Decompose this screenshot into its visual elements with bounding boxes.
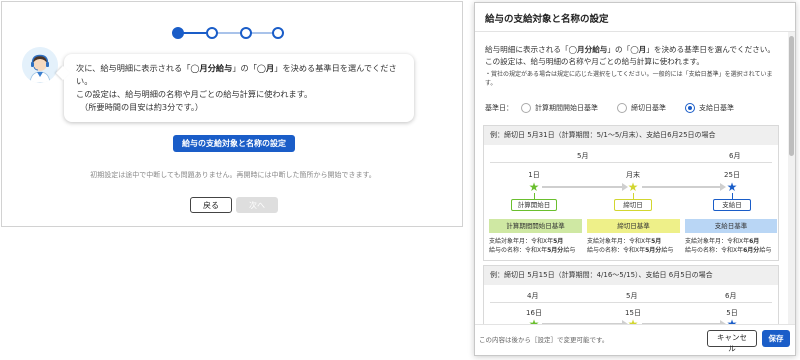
modal-scrollbar[interactable] [788, 32, 795, 324]
detail-payday: 支給対象年月：令和X年6月 給与の名称：令和X年6月分給与 [685, 238, 772, 254]
message-line-2: この設定は、給与明細の名称や月ごとの給与計算に使われます。 [76, 89, 313, 99]
radio-calc-start-label[interactable]: 計算期間開始日基準 [535, 103, 598, 113]
example-card-2: 例：締切日 5月15日（計算期間：4/16〜5/15）、支給日 6月5日の場合 … [483, 265, 779, 324]
yellow-star-icon: ★ [627, 180, 639, 194]
radio-calc-start-basis[interactable] [521, 103, 531, 113]
detail-closing: 支給対象年月：令和X年5月 給与の名称：令和X年5月分給与 [587, 238, 674, 254]
assistant-avatar [22, 47, 58, 83]
tag-closing: 締切日 [614, 199, 652, 211]
example-2-month-june: 6月 [725, 292, 737, 300]
cancel-button[interactable]: キャンセル [707, 330, 757, 353]
example-1-arrow-2 [642, 186, 720, 188]
headset-operator-icon [22, 47, 58, 83]
example-2-month-april: 4月 [527, 292, 539, 300]
example-card-1: 例：締切日 5月31日（計算期間：5/1〜5/月末）、支給日6月25日の場合 5… [483, 125, 779, 261]
modal-footer-divider [475, 324, 795, 325]
modal-description: 給与明細に表示される「◯月分給与」の「◯月」を決める基準日を選んでください。 こ… [485, 45, 775, 66]
modal-title: 給与の支給対象と名称の設定 [485, 14, 609, 25]
setup-wizard-panel: 次に、給与明細に表示される「◯月分給与」の「◯月」を決める基準日を選んでください… [1, 1, 463, 227]
step-dot-3 [240, 27, 252, 39]
example-2-month-divider [490, 302, 772, 303]
save-button[interactable]: 保存 [762, 330, 790, 347]
example-1-day-25: 25日 [724, 171, 740, 179]
example-1-day-1: 1日 [528, 171, 540, 179]
modal-body[interactable]: 給与明細に表示される「◯月分給与」の「◯月」を決める基準日を選んでください。 こ… [475, 32, 787, 324]
scrollbar-thumb[interactable] [789, 36, 794, 156]
assistant-message-bubble: 次に、給与明細に表示される「◯月分給与」の「◯月」を決める基準日を選んでください… [64, 54, 414, 122]
example-1-month-divider [490, 162, 772, 163]
message-line-1: 次に、給与明細に表示される「◯月分給与」の「◯月」を決める基準日を選んでください… [76, 63, 397, 86]
band-payday-basis: 支給日基準 [685, 219, 777, 233]
payroll-target-settings-button[interactable]: 給与の支給対象と名称の設定 [173, 135, 295, 152]
step-dot-1 [172, 27, 184, 39]
radio-payday-label[interactable]: 支給日基準 [699, 103, 734, 113]
radio-closing-basis[interactable] [617, 103, 627, 113]
blue-star-icon: ★ [726, 180, 738, 194]
basis-label: 基準日： [485, 104, 513, 112]
message-line-3: （所要時間の目安は約3分です。） [80, 102, 204, 112]
basis-radio-group: 基準日： 計算期間開始日基準 締切日基準 支給日基準 [485, 102, 785, 114]
tag-payday: 支給日 [713, 199, 751, 211]
detail-calc-start: 支給対象年月：令和X年5月 給与の名称：令和X年5月分給与 [489, 238, 576, 254]
tag-calc-start: 計算開始日 [511, 199, 557, 211]
example-1-month-june: 6月 [729, 152, 741, 160]
band-calc-start-basis: 計算期間開始日基準 [489, 219, 582, 233]
example-1-day-end: 月末 [626, 171, 640, 179]
example-1-arrow-1 [542, 186, 622, 188]
green-star-icon: ★ [528, 180, 540, 194]
radio-payday-basis[interactable] [685, 103, 695, 113]
footer-note: この内容は後から［設定］で変更可能です。 [479, 336, 609, 344]
example-1-heading: 例：締切日 5月31日（計算期間：5/1〜5/月末）、支給日6月25日の場合 [484, 126, 778, 145]
example-2-month-may: 5月 [626, 292, 638, 300]
example-2-heading: 例：締切日 5月15日（計算期間：4/16〜5/15）、支給日 6月5日の場合 [484, 266, 778, 285]
interruption-note: 初期設定は途中で中断しても問題ありません。再開時には中断した箇所から開始できます… [90, 171, 376, 179]
modal-subnote: ・賞社の規定がある場合は規定に応じた選択をしてください。一般的には「支給日基準」… [485, 71, 773, 87]
payroll-target-settings-modal: 給与の支給対象と名称の設定 給与明細に表示される「◯月分給与」の「◯月」を決める… [474, 2, 796, 356]
back-button[interactable]: 戻る [190, 197, 232, 213]
progress-stepper [172, 27, 284, 39]
next-button[interactable]: 次へ [236, 197, 278, 213]
example-1-month-may: 5月 [577, 152, 589, 160]
step-dot-4 [272, 27, 284, 39]
band-closing-basis: 締切日基準 [587, 219, 680, 233]
step-dot-2 [206, 27, 218, 39]
radio-closing-label[interactable]: 締切日基準 [631, 103, 666, 113]
